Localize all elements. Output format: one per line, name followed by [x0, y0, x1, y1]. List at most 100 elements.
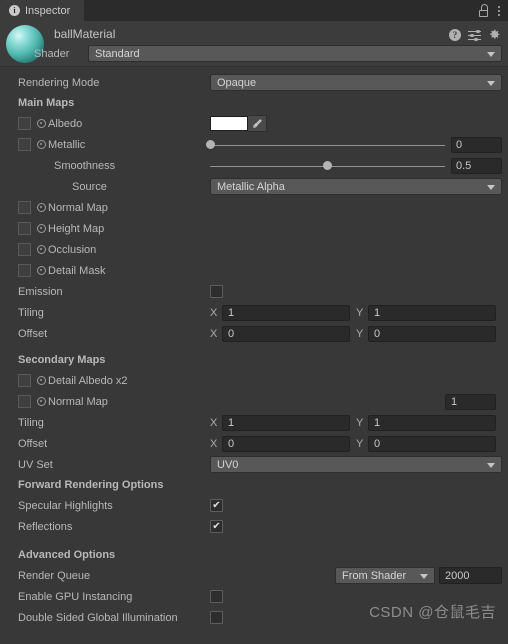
smoothness-value-field[interactable]: 0.5: [451, 157, 502, 174]
axis-x-label: X: [210, 437, 218, 450]
chevron-down-icon: [487, 80, 495, 86]
rendering-mode-label: Rendering Mode: [18, 76, 100, 89]
metallic-slider[interactable]: [205, 136, 445, 153]
tab-inspector[interactable]: i Inspector: [0, 0, 85, 21]
slider-track: [210, 144, 445, 146]
height-map-texture-slot[interactable]: [18, 222, 31, 235]
secondary-normal-map-texture-slot[interactable]: [18, 395, 31, 408]
render-queue-value-field[interactable]: 2000: [439, 567, 502, 584]
slider-knob[interactable]: [205, 140, 215, 149]
tabbar-actions: [478, 0, 508, 21]
target-icon[interactable]: [37, 245, 46, 254]
row-detail-albedo: Detail Albedo x2: [0, 370, 508, 391]
source-value: Metallic Alpha: [217, 180, 285, 193]
row-main-maps-header: Main Maps: [0, 93, 508, 113]
detail-mask-label: Detail Mask: [48, 264, 106, 277]
secondary-offset-x-field[interactable]: 0: [222, 435, 350, 452]
main-offset-label: Offset: [18, 327, 48, 340]
main-tiling-x-field[interactable]: 1: [222, 304, 350, 321]
occlusion-texture-slot[interactable]: [18, 243, 31, 256]
target-icon[interactable]: [37, 224, 46, 233]
albedo-texture-slot[interactable]: [18, 117, 31, 130]
row-specular-highlights: Specular Highlights ✔: [0, 495, 508, 516]
kebab-menu-icon[interactable]: [498, 5, 500, 16]
shader-label: Shader: [34, 47, 70, 60]
material-header-actions: ?: [449, 28, 501, 41]
row-emission: Emission: [0, 281, 508, 302]
secondary-normal-map-value-field[interactable]: 1: [445, 393, 496, 410]
row-reflections: Reflections ✔: [0, 516, 508, 537]
shader-dropdown[interactable]: Standard: [88, 45, 502, 62]
target-icon[interactable]: [37, 397, 46, 406]
detail-mask-texture-slot[interactable]: [18, 264, 31, 277]
row-detail-mask: Detail Mask: [0, 260, 508, 281]
row-secondary-offset: Offset X 0 Y 0: [0, 433, 508, 454]
preset-sliders-icon[interactable]: [468, 29, 481, 41]
emission-checkbox[interactable]: [210, 285, 223, 298]
axis-y-label: Y: [356, 327, 364, 340]
albedo-color-swatch[interactable]: [210, 116, 248, 131]
gpu-instancing-checkbox[interactable]: [210, 590, 223, 603]
secondary-tiling-y-field[interactable]: 1: [368, 414, 496, 431]
row-albedo: Albedo: [0, 113, 508, 134]
emission-label: Emission: [18, 285, 63, 298]
axis-y-label: Y: [356, 437, 364, 450]
gear-icon[interactable]: [488, 28, 501, 41]
smoothness-slider[interactable]: [210, 157, 445, 174]
metallic-value-field[interactable]: 0: [451, 136, 502, 153]
metallic-texture-slot[interactable]: [18, 138, 31, 151]
rendering-mode-dropdown[interactable]: Opaque: [210, 74, 502, 91]
eyedropper-icon[interactable]: [248, 115, 267, 132]
forward-rendering-header: Forward Rendering Options: [18, 479, 164, 491]
uv-set-label: UV Set: [18, 458, 53, 471]
detail-albedo-label: Detail Albedo x2: [48, 374, 128, 387]
occlusion-label: Occlusion: [48, 243, 97, 256]
info-icon: i: [9, 5, 20, 16]
main-offset-x-field[interactable]: 0: [222, 325, 350, 342]
albedo-color-control: [210, 115, 267, 132]
main-tiling-label: Tiling: [18, 306, 44, 319]
row-metallic: Metallic 0: [0, 134, 508, 155]
material-properties: Rendering Mode Opaque Main Maps Albedo M…: [0, 67, 508, 628]
row-secondary-normal-map: Normal Map 1: [0, 391, 508, 412]
row-render-queue: Render Queue From Shader 2000: [0, 565, 508, 586]
row-advanced-options-header: Advanced Options: [0, 545, 508, 565]
row-height-map: Height Map: [0, 218, 508, 239]
axis-x-label: X: [210, 306, 218, 319]
row-rendering-mode: Rendering Mode Opaque: [0, 72, 508, 93]
smoothness-label: Smoothness: [54, 159, 116, 172]
target-icon[interactable]: [37, 119, 46, 128]
target-icon[interactable]: [37, 266, 46, 275]
render-queue-mode-dropdown[interactable]: From Shader: [335, 567, 435, 584]
shader-row: Shader Standard: [0, 45, 508, 62]
row-main-offset: Offset X 0 Y 0: [0, 323, 508, 344]
target-icon[interactable]: [37, 140, 46, 149]
render-queue-label: Render Queue: [18, 569, 91, 582]
material-header: ballMaterial ? Shader Standard: [0, 21, 508, 67]
secondary-maps-header: Secondary Maps: [18, 354, 106, 366]
target-icon[interactable]: [37, 203, 46, 212]
watermark: CSDN @仓鼠毛吉: [369, 604, 496, 621]
target-icon[interactable]: [37, 376, 46, 385]
lock-icon[interactable]: [478, 4, 489, 17]
detail-albedo-texture-slot[interactable]: [18, 374, 31, 387]
secondary-tiling-label: Tiling: [18, 416, 44, 429]
main-offset-y-field[interactable]: 0: [368, 325, 496, 342]
secondary-offset-y-field[interactable]: 0: [368, 435, 496, 452]
row-uv-set: UV Set UV0: [0, 454, 508, 475]
slider-knob[interactable]: [323, 161, 332, 170]
source-label: Source: [72, 180, 107, 193]
source-dropdown[interactable]: Metallic Alpha: [210, 178, 502, 195]
row-normal-map: Normal Map: [0, 197, 508, 218]
help-icon[interactable]: ?: [449, 28, 461, 41]
row-occlusion: Occlusion: [0, 239, 508, 260]
axis-x-label: X: [210, 416, 218, 429]
uv-set-dropdown[interactable]: UV0: [210, 456, 502, 473]
normal-map-label: Normal Map: [48, 201, 108, 214]
secondary-tiling-x-field[interactable]: 1: [222, 414, 350, 431]
main-tiling-y-field[interactable]: 1: [368, 304, 496, 321]
double-sided-gi-checkbox[interactable]: [210, 611, 223, 624]
specular-highlights-checkbox[interactable]: ✔: [210, 499, 223, 512]
normal-map-texture-slot[interactable]: [18, 201, 31, 214]
reflections-checkbox[interactable]: ✔: [210, 520, 223, 533]
